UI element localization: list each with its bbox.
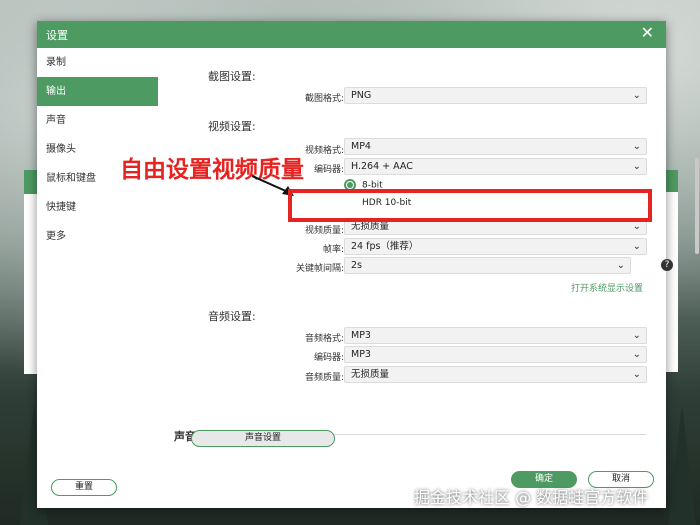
chevron-down-icon: ⌄ <box>632 161 641 172</box>
audio-quality-value: 无损质量 <box>351 369 390 380</box>
audio-encoder-value: MP3 <box>351 349 371 360</box>
dialog-titlebar: 设置 ✕ <box>37 21 666 48</box>
close-icon[interactable]: ✕ <box>641 24 654 42</box>
watermark: 掘金技术社区 @ 数据蛙官方软件 <box>414 488 649 507</box>
screenshot-format-select[interactable]: PNG ⌄ <box>344 87 647 104</box>
sidebar-item-more[interactable]: 更多 <box>37 222 158 251</box>
audio-format-label: 音频格式: <box>304 334 344 344</box>
audio-quality-label: 音频质量: <box>304 373 344 383</box>
content-scrollbar[interactable] <box>695 158 699 254</box>
chevron-down-icon: ⌄ <box>632 241 641 252</box>
video-format-select[interactable]: MP4 ⌄ <box>344 138 647 155</box>
video-quality-label: 视频质量: <box>304 226 344 236</box>
help-icon[interactable]: ? <box>661 259 673 271</box>
background-window-edge <box>24 194 38 374</box>
screenshot-format-label: 截图格式: <box>304 94 344 104</box>
chevron-down-icon: ⌄ <box>632 90 641 101</box>
audio-section-title: 音频设置: <box>208 310 256 323</box>
audio-encoder-label: 编码器: <box>313 353 344 363</box>
background-window-edge <box>24 170 38 194</box>
chevron-down-icon: ⌄ <box>632 141 641 152</box>
chevron-down-icon: ⌄ <box>632 330 641 341</box>
sidebar-item-hotkeys[interactable]: 快捷键 <box>37 193 158 222</box>
settings-sidebar: 录制 输出 声音 摄像头 鼠标和键盘 快捷键 更多 <box>37 48 159 508</box>
sidebar-item-output[interactable]: 输出 <box>37 77 158 106</box>
sound-settings-button[interactable]: 声音设置 <box>191 430 335 447</box>
video-format-value: MP4 <box>351 141 371 152</box>
keyframe-label: 关键帧间隔: <box>295 264 344 274</box>
audio-format-value: MP3 <box>351 330 371 341</box>
chevron-down-icon: ⌄ <box>632 369 641 380</box>
keyframe-value: 2s <box>351 260 362 271</box>
video-section-title: 视频设置: <box>208 120 256 133</box>
audio-encoder-select[interactable]: MP3 ⌄ <box>344 346 647 363</box>
chevron-down-icon: ⌄ <box>616 260 625 271</box>
screenshot-format-value: PNG <box>351 90 372 101</box>
background-window-edge <box>666 170 678 192</box>
sidebar-item-sound[interactable]: 声音 <box>37 106 158 135</box>
video-quality-value: 无损质量 <box>351 221 390 232</box>
annotation-highlight-box <box>288 189 652 222</box>
video-encoder-select[interactable]: H.264 + AAC ⌄ <box>344 158 647 175</box>
sidebar-item-record[interactable]: 录制 <box>37 48 158 77</box>
chevron-down-icon: ⌄ <box>632 349 641 360</box>
framerate-value: 24 fps（推荐） <box>351 241 419 252</box>
dialog-title: 设置 <box>46 29 68 42</box>
keyframe-select[interactable]: 2s ⌄ <box>344 257 631 274</box>
video-encoder-value: H.264 + AAC <box>351 161 413 172</box>
background-window-edge <box>666 192 678 372</box>
screenshot-section-title: 截图设置: <box>208 70 256 83</box>
tree-decoration <box>668 405 696 525</box>
framerate-label: 帧率: <box>322 245 344 255</box>
settings-dialog: 设置 ✕ 录制 输出 声音 摄像头 鼠标和键盘 快捷键 更多 截图设置: 截图格… <box>37 21 699 508</box>
reset-button[interactable]: 重置 <box>51 479 117 496</box>
audio-quality-select[interactable]: 无损质量 ⌄ <box>344 366 647 383</box>
open-display-settings-link[interactable]: 打开系统显示设置 <box>571 281 643 294</box>
framerate-select[interactable]: 24 fps（推荐） ⌄ <box>344 238 647 255</box>
audio-format-select[interactable]: MP3 ⌄ <box>344 327 647 344</box>
